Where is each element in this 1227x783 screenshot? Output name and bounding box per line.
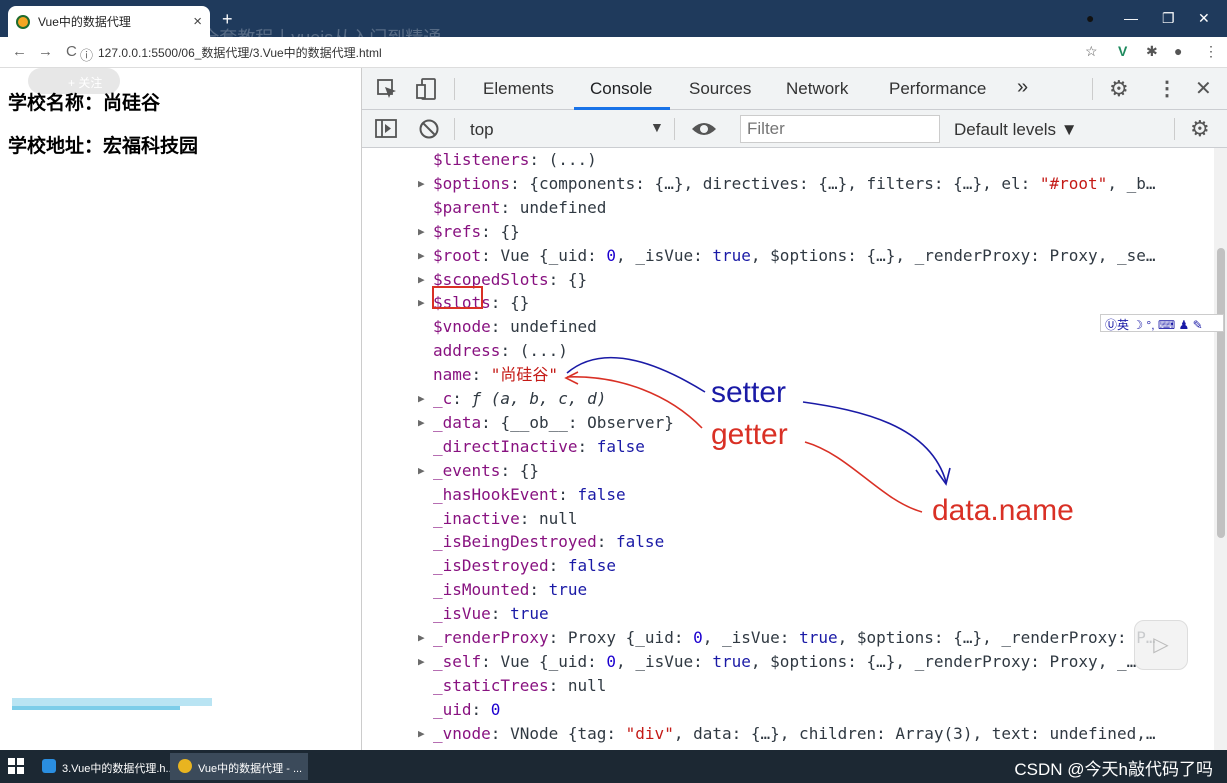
data-name-annotation: data.name	[932, 494, 1074, 527]
taskbar-item-label: Vue中的数据代理 - ...	[198, 763, 303, 775]
vscode-icon	[42, 759, 56, 773]
csdn-watermark: CSDN @今天h敲代码了吗	[1014, 760, 1213, 779]
video-play-button[interactable]: ▷	[1134, 620, 1188, 670]
annotation-arrows	[564, 356, 951, 513]
setter-annotation: setter	[711, 376, 787, 409]
taskbar-item-vscode[interactable]: 3.Vue中的数据代理.h...	[34, 753, 181, 780]
taskbar-item-label: 3.Vue中的数据代理.h...	[62, 763, 175, 775]
ime-toolbar[interactable]: Ⓤ英 ☽ °, ⌨ ♟ ✎	[1100, 314, 1224, 332]
windows-start-icon[interactable]	[8, 758, 24, 774]
taskbar-item-chrome[interactable]: Vue中的数据代理 - ...	[170, 753, 309, 780]
getter-annotation: getter	[711, 418, 788, 451]
windows-taskbar: 3.Vue中的数据代理.h... Vue中的数据代理 - ... CSDN @今…	[0, 750, 1227, 783]
chrome-icon	[178, 759, 192, 773]
